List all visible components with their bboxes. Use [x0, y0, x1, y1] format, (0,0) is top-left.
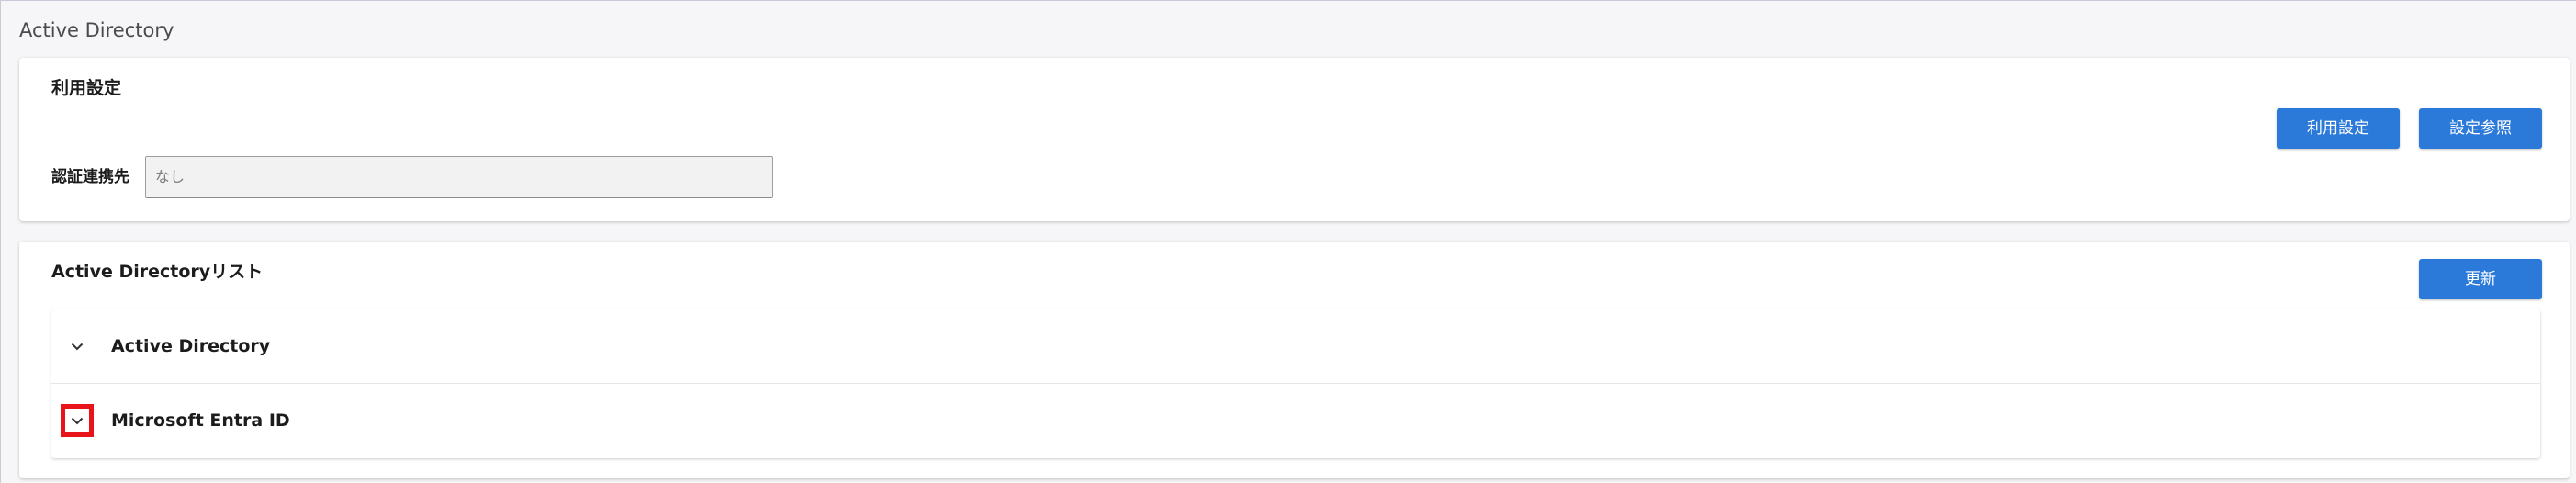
- accordion-item-label: Microsoft Entra ID: [111, 410, 290, 431]
- usage-settings-button[interactable]: 利用設定: [2277, 108, 2400, 149]
- auth-provider-label: 認証連携先: [51, 168, 129, 186]
- accordion-item-active-directory[interactable]: Active Directory: [51, 309, 2540, 384]
- ad-list-card: Active Directoryリスト 更新 Active Directory …: [19, 242, 2570, 478]
- auth-provider-field[interactable]: [145, 156, 773, 198]
- chevron-down-icon-svg: [71, 343, 84, 350]
- accordion-item-label: Active Directory: [111, 336, 271, 356]
- accordion-item-microsoft-entra-id[interactable]: Microsoft Entra ID: [51, 384, 2540, 458]
- ad-accordion: Active Directory Microsoft Entra ID: [51, 309, 2540, 458]
- page-title: Active Directory: [19, 19, 174, 41]
- ad-list-title: Active Directoryリスト: [51, 262, 264, 282]
- usage-settings-card: 利用設定 利用設定 設定参照 認証連携先: [19, 58, 2570, 221]
- view-settings-button[interactable]: 設定参照: [2419, 108, 2542, 149]
- usage-settings-title: 利用設定: [51, 78, 122, 98]
- chevron-down-icon[interactable]: [61, 330, 94, 363]
- chevron-down-icon-svg: [71, 417, 84, 424]
- refresh-button[interactable]: 更新: [2419, 259, 2542, 299]
- chevron-down-icon[interactable]: [61, 404, 94, 437]
